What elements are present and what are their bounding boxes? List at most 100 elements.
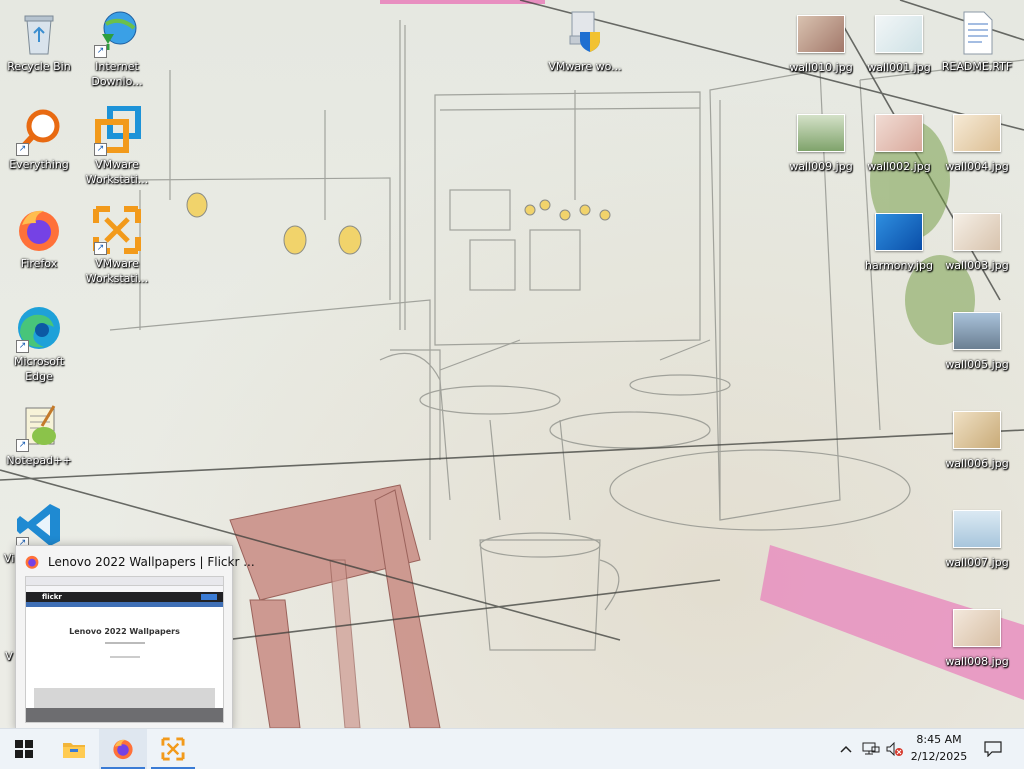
action-center-button[interactable]	[978, 729, 1008, 769]
image-thumbnail	[797, 15, 845, 53]
vscode-icon: ↗	[14, 500, 64, 550]
preview-window-title: Lenovo 2022 Wallpapers | Flickr ...	[48, 555, 255, 569]
microsoft-edge-icon: ↗	[14, 303, 64, 353]
desktop-icon-label: Recycle Bin	[7, 60, 71, 73]
clock-time: 8:45 AM	[916, 733, 962, 746]
shortcut-arrow-icon: ↗	[94, 143, 107, 156]
desktop-icon-wall010[interactable]: wall010.jpg	[782, 8, 860, 75]
desktop-icon-label: Everything	[9, 158, 69, 171]
speaker-muted-icon	[886, 742, 903, 756]
desktop-icon-label: Notepad++	[6, 454, 72, 467]
desktop-icon-wall002[interactable]: wall002.jpg	[860, 107, 938, 174]
desktop-icon-label: wall008.jpg	[945, 655, 1009, 668]
taskbar-firefox[interactable]	[99, 729, 147, 769]
show-hidden-icons-button[interactable]	[836, 729, 856, 769]
preview-photo-strip	[34, 688, 215, 708]
desktop-icon-label: wall006.jpg	[945, 457, 1009, 470]
preview-signup-button	[201, 594, 217, 600]
vmware-workstation-pro-icon: ↗	[92, 205, 142, 255]
desktop-icon-everything[interactable]: ↗ Everything	[0, 106, 78, 172]
taskbar-vmware-workstation[interactable]	[149, 729, 197, 769]
image-thumbnail	[875, 114, 923, 152]
desktop-icon-wall001[interactable]: wall001.jpg	[860, 8, 938, 75]
image-thumbnail	[953, 312, 1001, 350]
desktop-icon-microsoft-edge[interactable]: ↗ Microsoft Edge	[0, 303, 78, 384]
desktop-icon-recycle-bin[interactable]: Recycle Bin	[0, 8, 78, 74]
image-thumbnail	[797, 114, 845, 152]
preview-banner	[26, 602, 223, 607]
image-thumbnail	[953, 411, 1001, 449]
desktop-icon-label: wall003.jpg	[945, 259, 1009, 272]
desktop-icon-label: Internet Downlo...	[91, 60, 143, 88]
volume-tray-button[interactable]	[884, 729, 906, 769]
image-thumbnail	[953, 114, 1001, 152]
taskbar-clock[interactable]: 8:45 AM 2/12/2025	[906, 731, 972, 765]
desktop-icon-internet-download-manager[interactable]: ↗ Internet Downlo...	[78, 8, 156, 89]
windows-logo-icon	[15, 740, 33, 758]
desktop-icon-label: wall010.jpg	[789, 61, 853, 74]
vmware-installer-icon	[560, 8, 610, 58]
network-tray-button[interactable]	[860, 729, 882, 769]
image-thumbnail	[875, 213, 923, 251]
desktop-icon-wall009[interactable]: wall009.jpg	[782, 107, 860, 174]
desktop-icon-wall006[interactable]: wall006.jpg	[938, 404, 1016, 471]
folder-icon	[63, 743, 85, 758]
desktop-icon-label: VMware Workstati...	[85, 257, 149, 285]
desktop-icon-label: README.RTF	[941, 60, 1013, 73]
desktop-icon-label: Microsoft Edge	[13, 355, 65, 383]
everything-search-icon: ↗	[14, 106, 64, 156]
desktop-icon-wall007[interactable]: wall007.jpg	[938, 503, 1016, 570]
shortcut-arrow-icon: ↗	[16, 439, 29, 452]
preview-subtitle-line	[104, 642, 145, 644]
recycle-bin-icon	[14, 8, 64, 58]
desktop-icon-wall003[interactable]: wall003.jpg	[938, 206, 1016, 273]
taskbar-file-explorer[interactable]	[50, 729, 98, 769]
shortcut-arrow-icon: ↗	[94, 242, 107, 255]
image-thumbnail	[875, 15, 923, 53]
image-thumbnail	[953, 510, 1001, 548]
desktop-icon-notepad-plus-plus[interactable]: ↗ Notepad++	[0, 402, 78, 468]
image-thumbnail	[953, 213, 1001, 251]
desktop-icon-label: harmony.jpg	[865, 259, 933, 272]
image-thumbnail	[953, 609, 1001, 647]
desktop-icon-wall004[interactable]: wall004.jpg	[938, 107, 1016, 174]
preview-page-heading: Lenovo 2022 Wallpapers	[69, 627, 180, 636]
vmware-workstation-pro-icon	[161, 737, 185, 761]
desktop-icon-label: VMware wo...	[548, 60, 622, 73]
desktop[interactable]: Recycle Bin ↗ Internet Downlo... ↗ Every…	[0, 0, 1024, 728]
preview-site-header: flickr	[26, 592, 223, 602]
firefox-icon	[113, 739, 133, 760]
red-chair	[229, 484, 441, 728]
desktop-icon-label: wall005.jpg	[945, 358, 1009, 371]
shortcut-arrow-icon: ↗	[16, 143, 29, 156]
desktop-icon-label: wall004.jpg	[945, 160, 1009, 173]
desktop-icon-label: wall009.jpg	[789, 160, 853, 173]
desktop-icon-wall008[interactable]: wall008.jpg	[938, 602, 1016, 669]
preview-thumbnail[interactable]: flickr Lenovo 2022 Wallpapers	[25, 576, 224, 723]
desktop-icon-vmware-workstation[interactable]: ↗ VMware Workstati...	[78, 105, 156, 187]
desktop-icon-harmony[interactable]: harmony.jpg	[860, 206, 938, 273]
desktop-icon-vmware-top[interactable]: VMware wo...	[545, 8, 625, 74]
desktop-icon-label: wall007.jpg	[945, 556, 1009, 569]
notification-icon	[984, 741, 1002, 757]
desktop-icon-readme[interactable]: README.RTF	[938, 8, 1016, 74]
rtf-document-icon	[952, 8, 1002, 58]
desktop-icon-label: wall001.jpg	[867, 61, 931, 74]
desktop-icon-label: Firefox	[20, 257, 58, 270]
firefox-icon	[14, 205, 64, 255]
taskbar: 8:45 AM 2/12/2025	[0, 728, 1024, 769]
shortcut-arrow-icon: ↗	[16, 340, 29, 353]
network-icon	[862, 742, 880, 755]
vmware-workstation-icon: ↗	[92, 105, 142, 156]
chevron-up-icon	[840, 745, 852, 753]
firefox-icon	[24, 554, 40, 574]
desktop-icon-wall005[interactable]: wall005.jpg	[938, 305, 1016, 372]
shortcut-arrow-icon: ↗	[94, 45, 107, 58]
preview-cookie-banner	[26, 708, 223, 722]
desktop-icon-vmware-workstation-2[interactable]: ↗ VMware Workstati...	[78, 205, 156, 286]
desktop-icon-firefox[interactable]: Firefox	[0, 205, 78, 271]
notepad-plus-plus-icon: ↗	[14, 402, 64, 452]
preview-tabstrip	[26, 577, 223, 586]
taskbar-window-preview[interactable]: Lenovo 2022 Wallpapers | Flickr ... flic…	[15, 545, 255, 728]
start-button[interactable]	[0, 729, 48, 769]
